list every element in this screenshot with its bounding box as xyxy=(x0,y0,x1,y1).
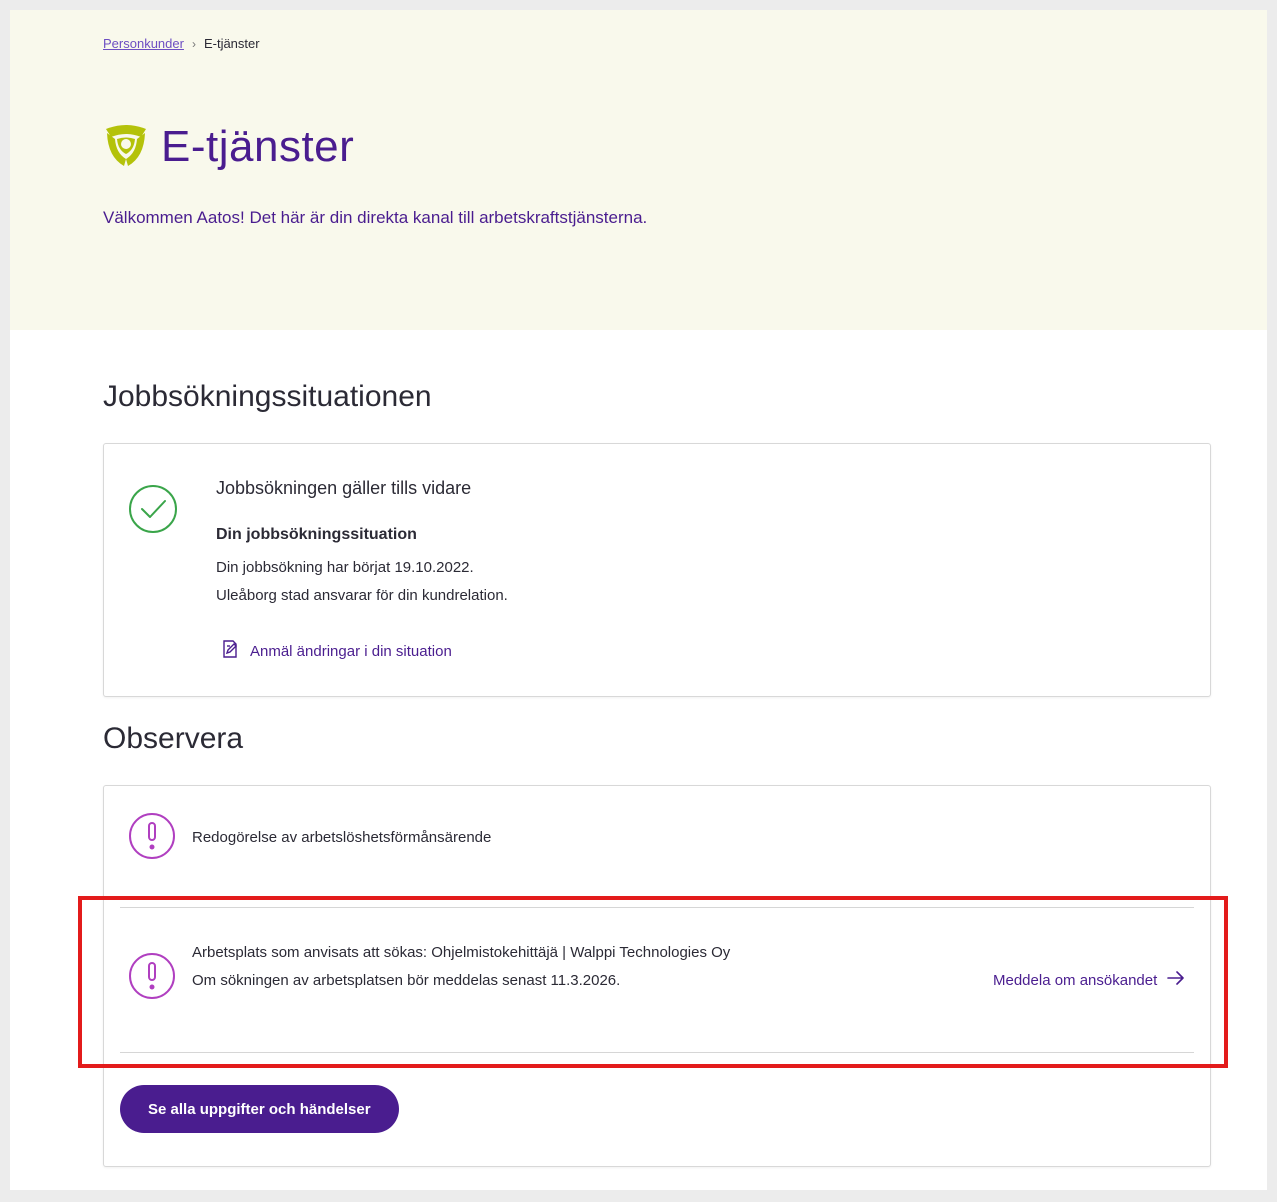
job-status-title: Jobbsökningen gäller tills vidare xyxy=(216,478,472,498)
notify-application-label: Meddela om ansökandet xyxy=(993,971,1158,989)
welcome-text: Välkommen Aatos! Det här är din direkta … xyxy=(103,208,648,227)
divider xyxy=(120,1052,1194,1053)
page-header: E-tjänster xyxy=(103,122,354,172)
observe-card: Redogörelse av arbetslöshetsförmånsärend… xyxy=(103,785,1211,1167)
divider xyxy=(120,907,1194,908)
job-start-date-text: Din jobbsökning har börjat 19.10.2022. xyxy=(216,559,474,576)
edit-document-icon xyxy=(220,639,240,663)
report-changes-label: Anmäl ändringar i din situation xyxy=(250,642,452,660)
notice-detail: Om sökningen av arbetsplatsen bör meddel… xyxy=(192,972,621,989)
report-changes-link[interactable]: Anmäl ändringar i din situation xyxy=(220,639,452,663)
see-all-tasks-button[interactable]: Se alla uppgifter och händelser xyxy=(120,1085,399,1133)
breadcrumb: Personkunder › E-tjänster xyxy=(103,36,260,51)
job-section-heading: Jobbsökningssituationen xyxy=(103,380,432,413)
notice-title: Redogörelse av arbetslöshetsförmånsärend… xyxy=(192,829,492,846)
notice-title: Arbetsplats som anvisats att sökas: Ohje… xyxy=(192,944,731,961)
job-status-card: Jobbsökningen gäller tills vidare Din jo… xyxy=(103,443,1211,697)
breadcrumb-current: E-tjänster xyxy=(203,36,260,51)
page-title: E-tjänster xyxy=(161,122,355,171)
alert-circle-icon xyxy=(128,952,176,1005)
check-circle-icon xyxy=(128,484,178,539)
observe-section-heading: Observera xyxy=(103,722,244,755)
arrow-right-icon xyxy=(1167,971,1185,989)
alert-circle-icon xyxy=(128,812,176,865)
job-responsible-text: Uleåborg stad ansvarar för din kundrelat… xyxy=(216,587,508,604)
breadcrumb-separator: › xyxy=(191,36,196,51)
brand-logo-icon xyxy=(103,123,149,172)
hero-banner: Personkunder › E-tjänster E-tjänster Väl… xyxy=(10,10,1267,330)
job-status-subtitle: Din jobbsökningssituation xyxy=(216,526,417,543)
notify-application-link[interactable]: Meddela om ansökandet xyxy=(993,971,1185,989)
breadcrumb-link-home[interactable]: Personkunder xyxy=(103,36,184,51)
page-frame: Personkunder › E-tjänster E-tjänster Väl… xyxy=(10,10,1267,1190)
